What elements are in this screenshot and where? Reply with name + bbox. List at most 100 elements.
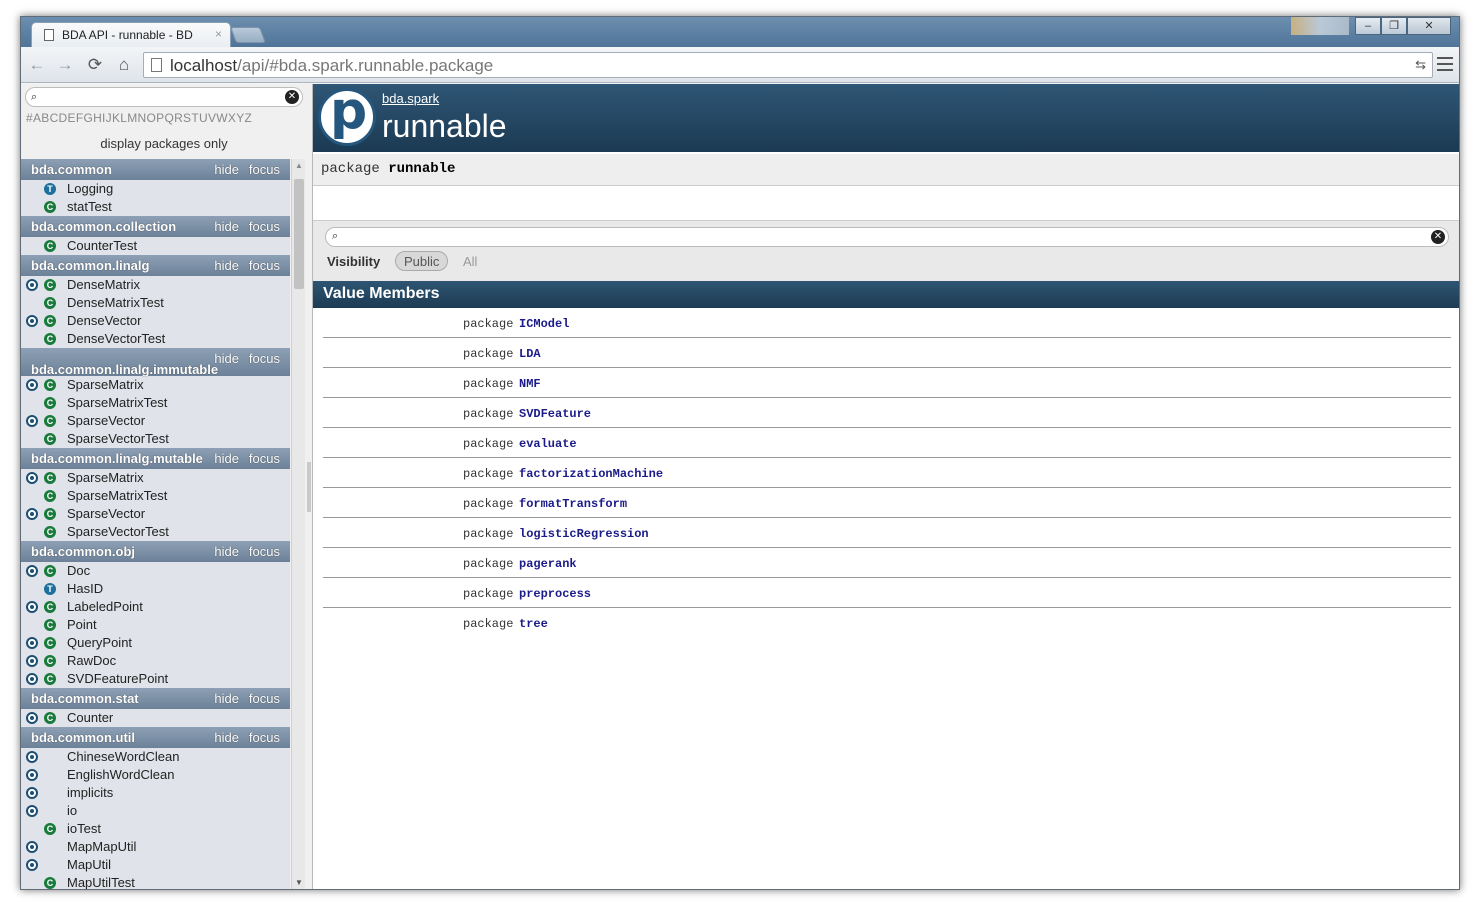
trait-icon[interactable]: T [44,183,56,195]
object-icon[interactable] [26,637,38,649]
tree-entry[interactable]: C SVDFeaturePoint [21,670,290,688]
focus-link[interactable]: focus [249,730,280,745]
member-link[interactable]: evaluate [519,437,577,451]
focus-link[interactable]: focus [249,162,280,177]
tree-entry[interactable]: CioTest [21,820,290,838]
tree-entry[interactable]: MapUtil [21,856,290,874]
entry-name[interactable]: SparseVectorTest [67,524,169,539]
tree-entry[interactable]: T Logging [21,180,290,198]
package-name[interactable]: bda.common [31,162,112,177]
focus-link[interactable]: focus [249,351,280,366]
hide-link[interactable]: hide [214,451,239,466]
package-name[interactable]: bda.common.collection [31,219,176,234]
entry-name[interactable]: HasID [67,581,103,596]
hide-link[interactable]: hide [214,730,239,745]
new-tab-button[interactable] [230,27,266,43]
entry-name[interactable]: SparseVector [67,413,145,428]
member-link[interactable]: ICModel [519,317,569,331]
address-bar[interactable]: localhost/api/#bda.spark.runnable.packag… [143,52,1433,78]
tree-entry[interactable]: C CounterTest [21,237,290,255]
tree-entry[interactable]: CstatTest [21,198,290,216]
visibility-all-button[interactable]: All [463,254,477,269]
member-link[interactable]: LDA [519,347,541,361]
package-header[interactable]: bda.common.collection hide focus [21,216,290,237]
hide-link[interactable]: hide [214,219,239,234]
class-icon[interactable]: C [44,655,56,667]
object-icon[interactable] [26,279,38,291]
hide-link[interactable]: hide [214,544,239,559]
entry-name[interactable]: EnglishWordClean [67,767,174,782]
package-name[interactable]: bda.common.util [31,730,135,745]
class-icon[interactable]: C [44,379,56,391]
visibility-public-button[interactable]: Public [395,251,449,271]
back-icon[interactable]: ← [27,56,47,74]
minimize-button[interactable]: – [1355,17,1381,35]
package-header[interactable]: bda.common.linalg.immutable hide focus [21,348,290,377]
object-icon[interactable] [26,673,38,685]
clear-search-icon[interactable]: ✕ [1431,230,1445,244]
tree-entry[interactable]: C RawDoc [21,652,290,670]
class-icon[interactable]: C [44,823,56,835]
member-link[interactable]: SVDFeature [519,407,591,421]
member-link[interactable]: logisticRegression [519,527,649,541]
tree-entry[interactable]: C SparseMatrixTest [21,394,290,412]
browser-tab[interactable]: BDA API - runnable - BD × [31,22,231,47]
class-icon[interactable]: C [44,490,56,502]
object-icon[interactable] [26,565,38,577]
display-packages-only-toggle[interactable]: display packages only [21,136,307,151]
tree-entry[interactable]: C DenseVector [21,312,290,330]
object-icon[interactable] [26,859,38,871]
entry-name[interactable]: implicits [67,785,113,800]
tree-entry[interactable]: implicits [21,784,290,802]
entry-name[interactable]: LabeledPoint [67,599,143,614]
focus-link[interactable]: focus [249,691,280,706]
tree-entry[interactable]: C SparseMatrix [21,376,290,394]
tree-entry[interactable]: C DenseMatrixTest [21,294,290,312]
class-icon[interactable]: C [44,472,56,484]
class-icon[interactable]: C [44,601,56,613]
entry-name[interactable]: SparseMatrix [67,377,144,392]
entry-name[interactable]: Counter [67,710,113,725]
object-icon[interactable] [26,508,38,520]
class-icon[interactable]: C [44,397,56,409]
sidebar-scrollbar[interactable]: ▲ ▼ [291,159,305,889]
entry-name[interactable]: QueryPoint [67,635,132,650]
home-icon[interactable]: ⌂ [114,56,134,74]
hide-link[interactable]: hide [214,691,239,706]
object-icon[interactable] [26,787,38,799]
object-icon[interactable] [26,751,38,763]
class-icon[interactable]: C [44,279,56,291]
focus-link[interactable]: focus [249,219,280,234]
object-icon[interactable] [26,712,38,724]
entry-name[interactable]: statTest [67,199,112,214]
entry-name[interactable]: Logging [67,181,113,196]
entry-name[interactable]: io [67,803,77,818]
clear-search-icon[interactable]: ✕ [285,90,299,104]
package-header[interactable]: bda.common.obj hide focus [21,541,290,562]
close-window-button[interactable]: ✕ [1407,17,1451,35]
tree-entry[interactable]: C Doc [21,562,290,580]
hide-link[interactable]: hide [214,258,239,273]
package-name[interactable]: bda.common.linalg.immutable [31,362,218,377]
breadcrumb[interactable]: bda.spark [382,91,439,106]
class-icon[interactable]: C [44,508,56,520]
focus-link[interactable]: focus [249,258,280,273]
object-icon[interactable] [26,315,38,327]
entry-name[interactable]: SparseMatrixTest [67,395,167,410]
tree-entry[interactable]: io [21,802,290,820]
class-icon[interactable]: C [44,637,56,649]
entry-name[interactable]: ChineseWordClean [67,749,180,764]
object-icon[interactable] [26,805,38,817]
tree-entry[interactable]: C QueryPoint [21,634,290,652]
tree-entry[interactable]: EnglishWordClean [21,766,290,784]
entry-name[interactable]: DenseMatrix [67,277,140,292]
object-icon[interactable] [26,769,38,781]
tree-entry[interactable]: C SparseVector [21,412,290,430]
tree-entry[interactable]: C Counter [21,709,290,727]
member-link[interactable]: tree [519,617,548,631]
tree-entry[interactable]: C SparseVectorTest [21,523,290,541]
tree-entry[interactable]: C SparseVector [21,505,290,523]
tree-entry[interactable]: C LabeledPoint [21,598,290,616]
tree-entry[interactable]: T HasID [21,580,290,598]
sidebar-search-input[interactable]: ⌕ ✕ [25,87,303,107]
